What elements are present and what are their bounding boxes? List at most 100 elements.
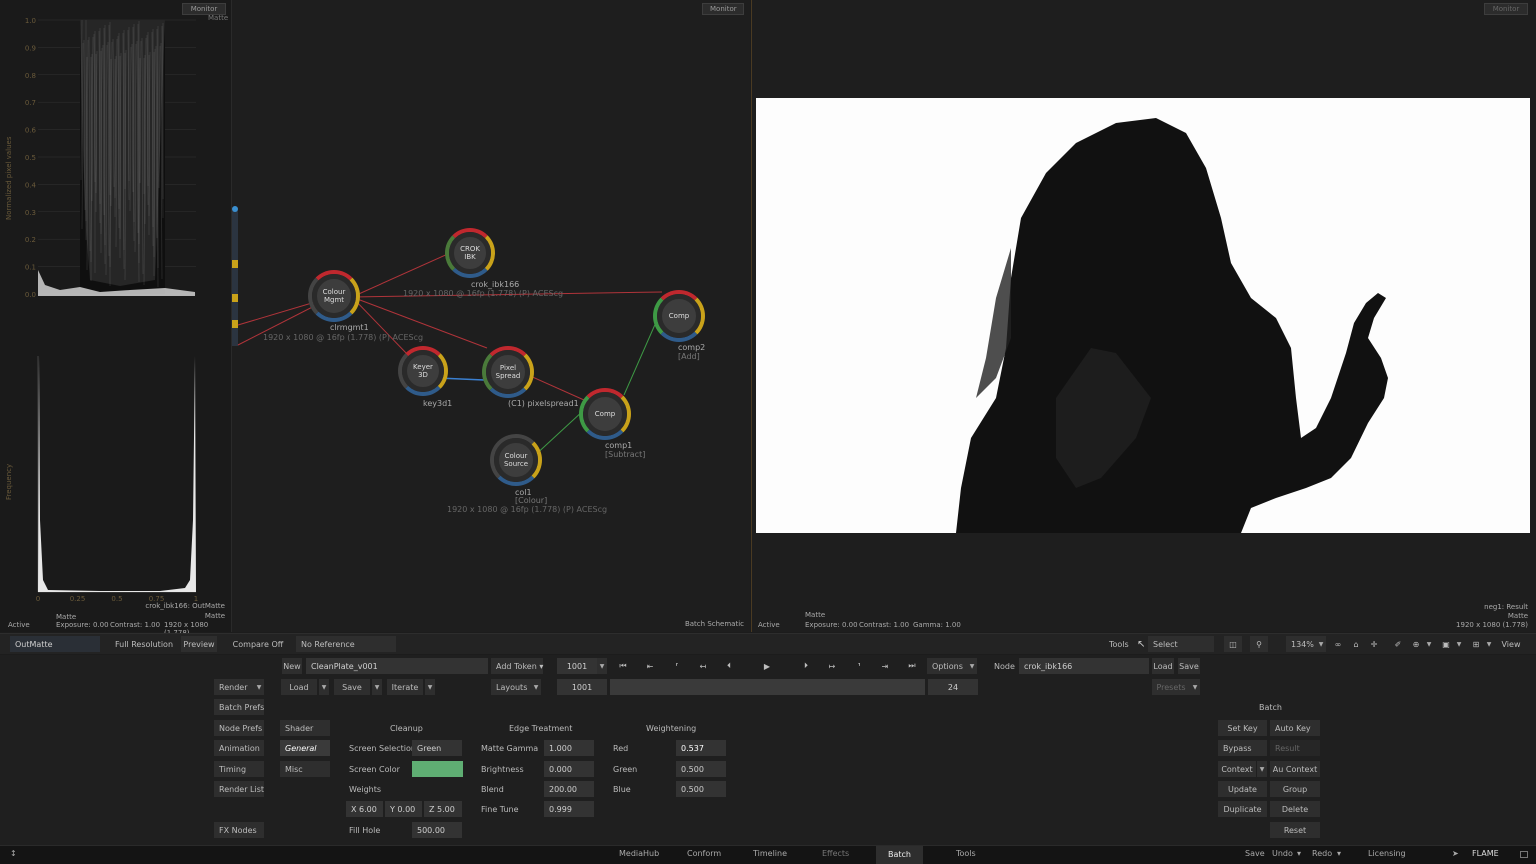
options-menu[interactable]: Options: [927, 658, 967, 674]
next-edit-icon[interactable]: ↦: [823, 658, 841, 674]
up-arrow-icon[interactable]: ↕: [10, 849, 17, 858]
batch-schematic[interactable]: Monitor Colour Mgmt clrmgmt1 1920 x 1080 …: [232, 0, 750, 632]
layouts-dropdown-icon[interactable]: ▼: [531, 679, 541, 695]
group-button[interactable]: Group: [1270, 781, 1320, 797]
redo-action[interactable]: Redo: [1312, 849, 1332, 858]
view-menu[interactable]: View: [1498, 636, 1524, 652]
screen-color-swatch[interactable]: [412, 761, 463, 777]
node-keyer-3d[interactable]: Keyer 3D: [402, 350, 444, 392]
shader-tab[interactable]: Shader: [280, 720, 330, 736]
fx-nodes-button[interactable]: FX Nodes: [214, 822, 264, 838]
reset-button[interactable]: Reset: [1270, 822, 1320, 838]
result-button[interactable]: Result: [1270, 740, 1320, 756]
green-field[interactable]: 0.500: [676, 761, 726, 777]
timing-button[interactable]: Timing: [214, 761, 264, 777]
node-save-button[interactable]: Save: [1178, 658, 1200, 674]
animation-button[interactable]: Animation: [214, 740, 264, 756]
frame-field[interactable]: 1001: [557, 658, 597, 674]
load-dropdown-icon[interactable]: ▼: [319, 679, 329, 695]
layouts-menu[interactable]: Layouts: [491, 679, 531, 695]
timebar-scrubber[interactable]: [610, 679, 925, 695]
delete-button[interactable]: Delete: [1270, 801, 1320, 817]
redo-dropdown-icon[interactable]: ▾: [1337, 849, 1341, 858]
node-name-field[interactable]: crok_ibk166: [1019, 658, 1149, 674]
iterate-button[interactable]: Iterate: [387, 679, 423, 695]
render-list-button[interactable]: Render List: [214, 781, 264, 797]
node-comp2[interactable]: Comp: [657, 294, 701, 338]
preview-button[interactable]: Preview: [181, 636, 217, 652]
weight-x-field[interactable]: X 6.00: [346, 801, 383, 817]
brightness-field[interactable]: 0.000: [544, 761, 594, 777]
select-tool[interactable]: Select: [1148, 636, 1214, 652]
output-selector[interactable]: OutMatte: [10, 636, 100, 652]
matte-gamma-field[interactable]: 1.000: [544, 740, 594, 756]
next-key-icon[interactable]: ⇥: [876, 658, 894, 674]
tab-tools[interactable]: Tools: [956, 849, 976, 858]
render-dropdown-icon[interactable]: ▼: [254, 679, 264, 695]
reference-selector[interactable]: No Reference: [296, 636, 396, 652]
fill-hole-field[interactable]: 500.00: [412, 822, 462, 838]
go-start-icon[interactable]: ⏮: [614, 658, 632, 674]
target-icon[interactable]: ⊕: [1408, 636, 1424, 652]
zoom-field[interactable]: 134%: [1286, 636, 1316, 652]
undo-dropdown-icon[interactable]: ▾: [1297, 849, 1301, 858]
split-view-icon[interactable]: ◫: [1224, 636, 1242, 652]
viewer-monitor-button[interactable]: Monitor: [1484, 3, 1528, 15]
iterate-dropdown-icon[interactable]: ▼: [425, 679, 435, 695]
in-point-icon[interactable]: ⸢: [668, 658, 686, 674]
out-point-icon[interactable]: ⸣: [850, 658, 868, 674]
blend-field[interactable]: 200.00: [544, 781, 594, 797]
node-colour-source[interactable]: Colour Source: [494, 438, 538, 482]
batch-load-button[interactable]: Load: [281, 679, 317, 695]
tab-conform[interactable]: Conform: [687, 849, 721, 858]
prev-key-icon[interactable]: ⇤: [641, 658, 659, 674]
full-resolution-button[interactable]: Full Resolution: [114, 636, 174, 652]
node-load-button[interactable]: Load: [1152, 658, 1174, 674]
display-dropdown-icon[interactable]: ▼: [1454, 636, 1464, 652]
save-dropdown-icon[interactable]: ▼: [372, 679, 382, 695]
timebar-start-field[interactable]: 1001: [557, 679, 607, 695]
misc-tab[interactable]: Misc: [280, 761, 330, 777]
presets-dropdown-icon[interactable]: ▼: [1190, 679, 1200, 695]
save-action[interactable]: Save: [1245, 849, 1265, 858]
frame-rate-field[interactable]: 24: [928, 679, 978, 695]
general-tab[interactable]: General: [280, 740, 330, 756]
link-icon[interactable]: ∞: [1330, 636, 1346, 652]
node-pixel-spread[interactable]: Pixel Spread: [486, 350, 530, 394]
node-colour-mgmt[interactable]: Colour Mgmt: [312, 274, 356, 318]
compare-button[interactable]: Compare Off: [230, 636, 286, 652]
step-back-icon[interactable]: ⏴: [720, 658, 738, 674]
zoom-dropdown-icon[interactable]: ▼: [1316, 636, 1326, 652]
play-icon[interactable]: ▶: [758, 658, 776, 674]
red-field[interactable]: 0.537: [676, 740, 726, 756]
overlay-icon[interactable]: ⊞: [1468, 636, 1484, 652]
tab-batch[interactable]: Batch: [876, 846, 923, 864]
presets-button[interactable]: Presets: [1152, 679, 1190, 695]
duplicate-button[interactable]: Duplicate: [1218, 801, 1267, 817]
screen-selection-field[interactable]: Green: [412, 740, 462, 756]
image-viewer[interactable]: Monitor Matte Active Exposure: 0.00 Cont…: [751, 0, 1536, 632]
bypass-button[interactable]: Bypass: [1218, 740, 1267, 756]
batch-save-button[interactable]: Save: [334, 679, 370, 695]
tab-timeline[interactable]: Timeline: [753, 849, 787, 858]
weight-z-field[interactable]: Z 5.00: [424, 801, 462, 817]
tab-effects[interactable]: Effects: [822, 849, 849, 858]
step-forward-icon[interactable]: ⏵: [797, 658, 815, 674]
move-icon[interactable]: ✛: [1366, 636, 1382, 652]
tab-mediahub[interactable]: MediaHub: [619, 849, 659, 858]
options-dropdown-icon[interactable]: ▼: [967, 658, 977, 674]
set-key-button[interactable]: Set Key: [1218, 720, 1267, 736]
add-token-button[interactable]: Add Token ▾: [491, 658, 543, 674]
node-prefs-button[interactable]: Node Prefs: [214, 720, 264, 736]
batch-prefs-button[interactable]: Batch Prefs: [214, 699, 264, 715]
window-icon[interactable]: [1520, 851, 1528, 858]
context-dropdown-icon[interactable]: ▼: [1257, 761, 1267, 777]
eyedropper-icon[interactable]: ✐: [1390, 636, 1406, 652]
overlay-dropdown-icon[interactable]: ▼: [1484, 636, 1494, 652]
node-crok-ibk[interactable]: CROK IBK: [449, 232, 491, 274]
update-button[interactable]: Update: [1218, 781, 1267, 797]
weight-y-field[interactable]: Y 0.00: [385, 801, 422, 817]
context-button[interactable]: Context: [1218, 761, 1256, 777]
node-comp1[interactable]: Comp: [583, 392, 627, 436]
blue-field[interactable]: 0.500: [676, 781, 726, 797]
